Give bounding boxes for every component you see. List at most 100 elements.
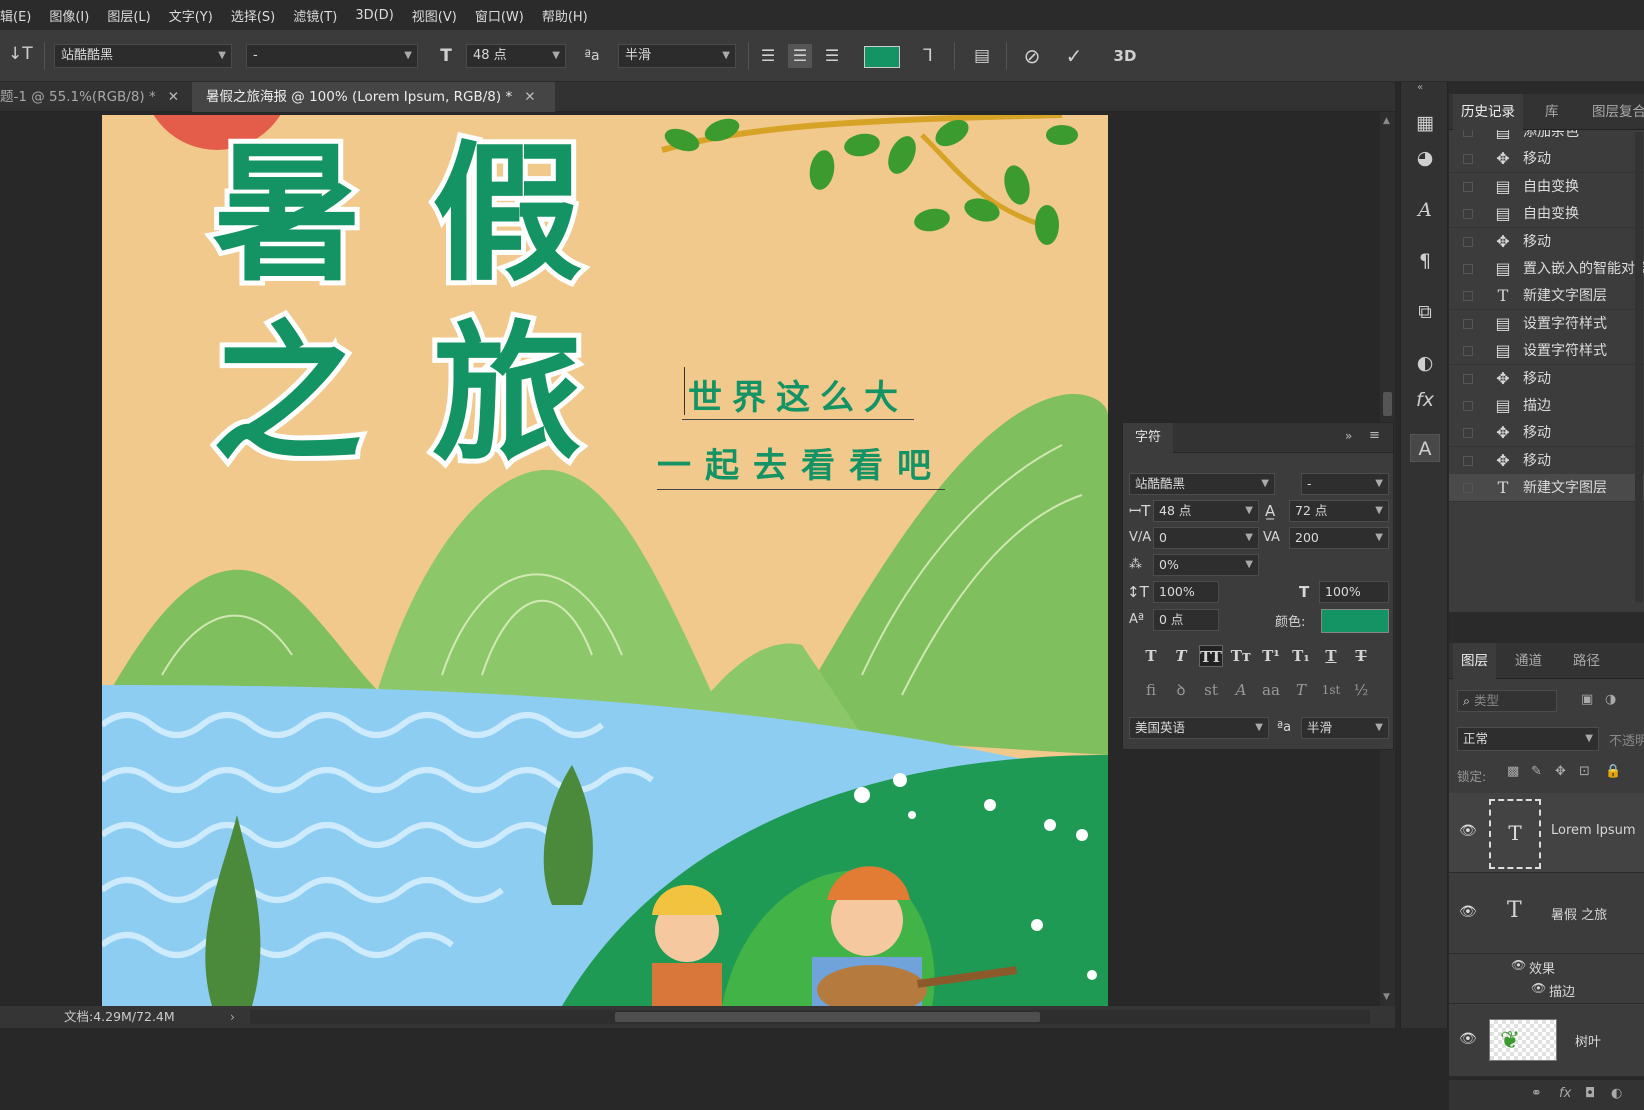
tab-poster[interactable]: 暑假之旅海报 @ 100% (Lorem Ipsum, RGB/8) * ✕: [192, 82, 555, 112]
old-style-button[interactable]: ꝺ: [1169, 679, 1193, 701]
character-panel-icon[interactable]: A: [1410, 434, 1440, 462]
history-item[interactable]: ✥ 移动: [1449, 145, 1644, 174]
strikethrough-button[interactable]: T: [1349, 645, 1373, 667]
poster-subtitle-1[interactable]: 世界这么大: [682, 370, 914, 420]
paragraph-icon[interactable]: ¶: [1410, 247, 1440, 275]
discretionary-ligatures-button[interactable]: st: [1199, 679, 1223, 701]
history-snapshot-checkbox[interactable]: [1463, 483, 1473, 494]
lock-paint-icon[interactable]: ✎: [1531, 764, 1542, 779]
lock-all-icon[interactable]: 🔒: [1605, 764, 1621, 779]
history-item[interactable]: T 新建文字图层: [1449, 474, 1644, 503]
grid-icon[interactable]: ▦: [1410, 109, 1440, 137]
antialias-select[interactable]: 半滑 ▼: [618, 44, 736, 68]
swash-button[interactable]: A: [1229, 679, 1253, 701]
history-snapshot-checkbox[interactable]: [1463, 236, 1473, 247]
collapse-icon[interactable]: «: [1417, 82, 1423, 93]
mask-icon[interactable]: ◘: [1585, 1086, 1595, 1101]
history-snapshot-checkbox[interactable]: [1463, 130, 1473, 137]
font-size-select[interactable]: 48 点 ▼: [466, 44, 566, 68]
history-item[interactable]: ▤ 自由变换: [1449, 172, 1644, 201]
tab-layer-comps[interactable]: 图层复合: [1592, 94, 1644, 130]
menu-3d[interactable]: 3D(D): [346, 8, 402, 23]
superscript-button[interactable]: T¹: [1259, 645, 1283, 667]
char-leading[interactable]: 72 点 ▼: [1289, 500, 1389, 522]
char-antialias-select[interactable]: 半滑 ▼: [1301, 717, 1389, 739]
adjustments-icon[interactable]: ◐: [1410, 349, 1440, 377]
commit-check-icon[interactable]: ✓: [1062, 44, 1086, 68]
filter-adjust-icon[interactable]: ◑: [1605, 692, 1616, 707]
scroll-down-icon[interactable]: ▼: [1383, 992, 1390, 1002]
doc-size[interactable]: 文档:4.29M/72.4M: [64, 1006, 175, 1028]
menu-help[interactable]: 帮助(H): [533, 6, 597, 25]
menu-filter[interactable]: 滤镜(T): [284, 6, 346, 25]
char-vscale[interactable]: 100%: [1153, 581, 1219, 603]
scroll-thumb[interactable]: [1383, 392, 1392, 416]
hscroll-thumb[interactable]: [615, 1012, 1040, 1022]
lock-artboard-icon[interactable]: ⊡: [1579, 764, 1590, 779]
history-item[interactable]: ▤ 置入嵌入的智能对象: [1449, 255, 1644, 283]
menu-type[interactable]: 文字(Y): [160, 6, 222, 25]
character-panel-title[interactable]: 字符: [1123, 423, 1174, 453]
titling-alternates-button[interactable]: T: [1289, 679, 1313, 701]
menu-layer[interactable]: 图层(L): [98, 6, 159, 25]
char-kerning[interactable]: 0 ▼: [1153, 527, 1259, 549]
glyphs-icon[interactable]: A: [1410, 196, 1440, 224]
vertical-type-tool-icon[interactable]: ↓T: [8, 42, 33, 66]
warp-text-icon[interactable]: Ꞁ: [916, 44, 940, 68]
char-tracking[interactable]: 200 ▼: [1289, 527, 1389, 549]
menu-view[interactable]: 视图(V): [403, 6, 466, 25]
history-item[interactable]: ▤ 设置字符样式: [1449, 337, 1644, 366]
menu-edit[interactable]: 辑(E): [0, 6, 40, 25]
menu-select[interactable]: 选择(S): [222, 6, 284, 25]
scroll-up-icon[interactable]: ▲: [1383, 116, 1390, 126]
char-font-style[interactable]: - ▼: [1301, 473, 1389, 495]
horizontal-scrollbar[interactable]: [250, 1010, 1370, 1024]
underline-button[interactable]: T: [1319, 645, 1343, 667]
history-item[interactable]: T 新建文字图层: [1449, 282, 1644, 311]
history-item[interactable]: ✥ 移动: [1449, 446, 1644, 475]
history-snapshot-checkbox[interactable]: [1463, 318, 1473, 329]
char-hscale[interactable]: 100%: [1319, 581, 1389, 603]
tab-paths[interactable]: 路径: [1573, 643, 1600, 679]
3d-icon[interactable]: 3D: [1110, 44, 1140, 68]
align-right-icon[interactable]: ☰: [820, 44, 844, 68]
history-snapshot-checkbox[interactable]: [1463, 154, 1473, 165]
history-snapshot-checkbox[interactable]: [1463, 209, 1473, 220]
menu-image[interactable]: 图像(I): [40, 6, 98, 25]
language-select[interactable]: 美国英语 ▼: [1129, 717, 1269, 739]
collapse-panel-icon[interactable]: »: [1345, 429, 1352, 443]
layer-row[interactable]: 👁 T 暑假 之旅: [1449, 874, 1644, 954]
history-snapshot-checkbox[interactable]: [1463, 346, 1473, 357]
ordinals-button[interactable]: 1st: [1319, 679, 1343, 701]
menu-window[interactable]: 窗口(W): [466, 6, 533, 25]
poster-subtitle-2[interactable]: 一起去看看吧: [657, 438, 945, 490]
history-scrollbar[interactable]: [1635, 132, 1643, 602]
lock-position-icon[interactable]: ✥: [1555, 764, 1566, 779]
status-menu-icon[interactable]: ›: [230, 1006, 235, 1028]
effects-eye-icon[interactable]: 👁: [1511, 958, 1526, 972]
subscript-button[interactable]: T₁: [1289, 645, 1313, 667]
stroke-eye-icon[interactable]: 👁: [1531, 981, 1546, 995]
history-snapshot-checkbox[interactable]: [1463, 291, 1473, 302]
history-snapshot-checkbox[interactable]: [1463, 401, 1473, 411]
history-item[interactable]: ▤ 自由变换: [1449, 200, 1644, 229]
ligatures-button[interactable]: fi: [1139, 679, 1163, 701]
tab-untitled[interactable]: 题-1 @ 55.1%(RGB/8) * ✕: [0, 82, 188, 112]
text-color-swatch[interactable]: [864, 46, 900, 68]
poster-canvas[interactable]: 暑 假 之 旅 世界这么大 一起去看看吧: [102, 115, 1108, 1006]
cancel-icon[interactable]: ⊘: [1020, 44, 1044, 68]
panel-menu-icon[interactable]: ≡: [1369, 428, 1380, 443]
history-item[interactable]: ▤ 设置字符样式: [1449, 309, 1644, 338]
history-snapshot-checkbox[interactable]: [1463, 181, 1473, 192]
char-size[interactable]: 48 点 ▼: [1153, 500, 1259, 522]
visibility-eye-icon[interactable]: 👁: [1459, 1031, 1477, 1047]
tab-layers[interactable]: 图层: [1453, 643, 1496, 679]
tab-history[interactable]: 历史记录: [1453, 94, 1523, 130]
history-item[interactable]: ▤ 描边: [1449, 392, 1644, 420]
visibility-eye-icon[interactable]: 👁: [1459, 823, 1477, 839]
history-item[interactable]: ✥ 移动: [1449, 364, 1644, 393]
lock-pixels-icon[interactable]: ▩: [1507, 764, 1519, 779]
adjustment-layer-icon[interactable]: ◐: [1611, 1086, 1622, 1101]
history-item[interactable]: ✥ 移动: [1449, 227, 1644, 256]
visibility-eye-icon[interactable]: 👁: [1459, 904, 1477, 920]
